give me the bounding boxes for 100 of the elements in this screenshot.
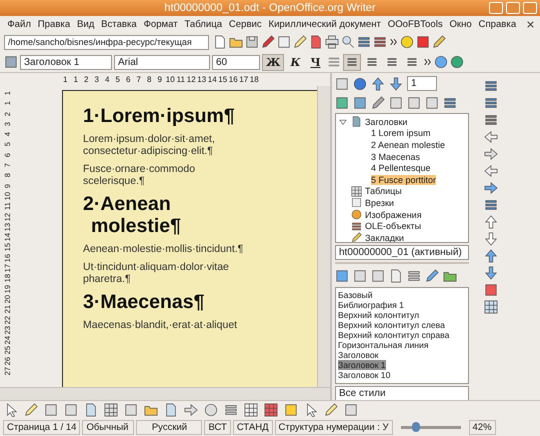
square-icon[interactable] [353, 96, 367, 110]
lines-icon[interactable] [356, 35, 371, 49]
text-style-button[interactable]: Ч [306, 54, 324, 70]
tree-item[interactable]: OLE-объекты [365, 221, 422, 232]
square-icon[interactable] [425, 96, 439, 110]
document-select[interactable]: ht00000000_01 (активный) [335, 245, 469, 260]
style-filter-select[interactable]: Все стили [335, 386, 469, 401]
pencil-icon[interactable] [371, 96, 385, 110]
lines-icon[interactable] [484, 96, 498, 110]
menu-item[interactable]: Формат [140, 18, 182, 30]
style-item[interactable]: Заголовок 10 [338, 370, 390, 380]
square-icon[interactable] [407, 96, 421, 110]
square-icon[interactable] [4, 55, 18, 69]
circle-icon[interactable] [204, 403, 218, 417]
lines-icon[interactable] [484, 79, 498, 93]
paragraph-style-field[interactable]: Заголовок 1 [20, 54, 112, 70]
tree-item[interactable]: Таблицы [365, 186, 402, 196]
folder-icon[interactable] [144, 403, 158, 417]
style-item[interactable]: Заголовок [338, 350, 378, 360]
tree-item[interactable]: Изображения [365, 210, 422, 220]
menu-item[interactable]: Кириллический документ [265, 18, 384, 30]
tree-item[interactable]: 4 Pellentesque [371, 163, 431, 174]
folder-icon[interactable] [228, 35, 243, 49]
menu-item[interactable]: Справка [475, 18, 520, 30]
menu-item[interactable]: Вид [74, 18, 98, 30]
style-item[interactable]: Заголовок 1 [338, 360, 386, 370]
printer-icon[interactable] [324, 35, 339, 49]
circle-icon[interactable] [434, 55, 448, 69]
style-item[interactable]: Горизонтальная линия [338, 340, 428, 350]
square-icon[interactable] [284, 403, 298, 417]
lines-icon[interactable] [224, 403, 238, 417]
menu-item[interactable]: Файл [4, 18, 34, 30]
menu-item[interactable]: Таблица [181, 18, 226, 30]
page-number-field[interactable]: 1 [407, 76, 437, 91]
close-icon[interactable] [525, 18, 536, 30]
menu-item[interactable]: Правка [34, 18, 74, 30]
grid-icon[interactable] [484, 300, 498, 314]
magnifier-icon[interactable] [340, 35, 355, 49]
lines-icon[interactable] [372, 35, 387, 49]
style-item[interactable]: Библиография 1 [338, 300, 404, 310]
lines-icon[interactable] [484, 113, 498, 127]
menu-item[interactable]: Сервис [225, 18, 266, 30]
arrow-down-icon[interactable] [484, 266, 498, 280]
menu-item[interactable]: Окно [446, 18, 476, 30]
document-icon[interactable] [212, 35, 227, 49]
circle-icon[interactable] [353, 76, 367, 90]
align-button[interactable] [342, 54, 360, 70]
square-icon[interactable] [416, 35, 430, 49]
maximize-button[interactable] [506, 2, 520, 14]
tree-item[interactable]: Заголовки [365, 116, 408, 127]
zoom-slider-thumb[interactable] [412, 422, 420, 432]
circle-icon[interactable] [400, 35, 414, 49]
arrow-right-icon[interactable] [484, 181, 498, 195]
pencil-icon[interactable] [24, 403, 38, 417]
arrow-right-icon[interactable] [484, 147, 498, 161]
document-icon[interactable] [308, 35, 323, 49]
document-icon[interactable] [84, 403, 98, 417]
pointer-icon[interactable] [4, 403, 18, 417]
pencil-icon[interactable] [425, 268, 439, 282]
menu-item[interactable]: OOoFBTools [384, 18, 446, 30]
pencil-icon[interactable] [292, 35, 307, 49]
arrow-left-icon[interactable] [484, 164, 498, 178]
square-icon[interactable] [371, 268, 385, 282]
document-icon[interactable] [164, 403, 178, 417]
pencil-icon[interactable] [260, 35, 275, 49]
horizontal-scrollbar[interactable] [0, 387, 330, 400]
arrow-right-icon[interactable] [184, 403, 198, 417]
grid-icon[interactable] [104, 403, 118, 417]
square-icon[interactable] [335, 268, 349, 282]
arrow-down-icon[interactable] [484, 232, 498, 246]
tree-item[interactable]: 3 Maecenas [371, 152, 420, 162]
font-size-field[interactable]: 60 [212, 54, 260, 70]
grid-icon[interactable] [244, 403, 258, 417]
square-icon[interactable] [344, 403, 358, 417]
arrow-down-icon[interactable] [389, 76, 403, 90]
square-icon[interactable] [335, 76, 349, 90]
tree-item[interactable]: 5 Fusce porttitor [371, 174, 436, 185]
circle-icon[interactable] [450, 55, 464, 69]
document-icon[interactable] [389, 268, 403, 282]
style-item[interactable]: Базовый [338, 290, 372, 300]
font-name-field[interactable]: Arial [114, 54, 210, 70]
text-style-button[interactable]: Ж [262, 54, 284, 70]
square-icon[interactable] [389, 96, 403, 110]
pencil-icon[interactable] [432, 35, 446, 49]
close-button[interactable] [523, 2, 537, 14]
arrow-up-icon[interactable] [484, 249, 498, 263]
vertical-scrollbar[interactable] [317, 86, 330, 387]
square-icon[interactable] [276, 35, 291, 49]
lines-icon[interactable] [484, 198, 498, 212]
url-field[interactable]: /home/sancho/bisnes/инфра-ресурс/текущая [4, 34, 209, 50]
text-style-button[interactable]: К [286, 54, 304, 70]
square-icon[interactable] [64, 403, 78, 417]
tree-item[interactable]: Врезки [365, 198, 394, 208]
arrow-up-icon[interactable] [371, 76, 385, 90]
minimize-button[interactable] [489, 2, 503, 14]
menu-item[interactable]: Вставка [98, 18, 140, 30]
grid-icon[interactable] [264, 403, 278, 417]
arrow-up-icon[interactable] [484, 215, 498, 229]
style-item[interactable]: Верхний колонтитул справа [338, 330, 450, 340]
square-icon[interactable] [484, 283, 498, 297]
